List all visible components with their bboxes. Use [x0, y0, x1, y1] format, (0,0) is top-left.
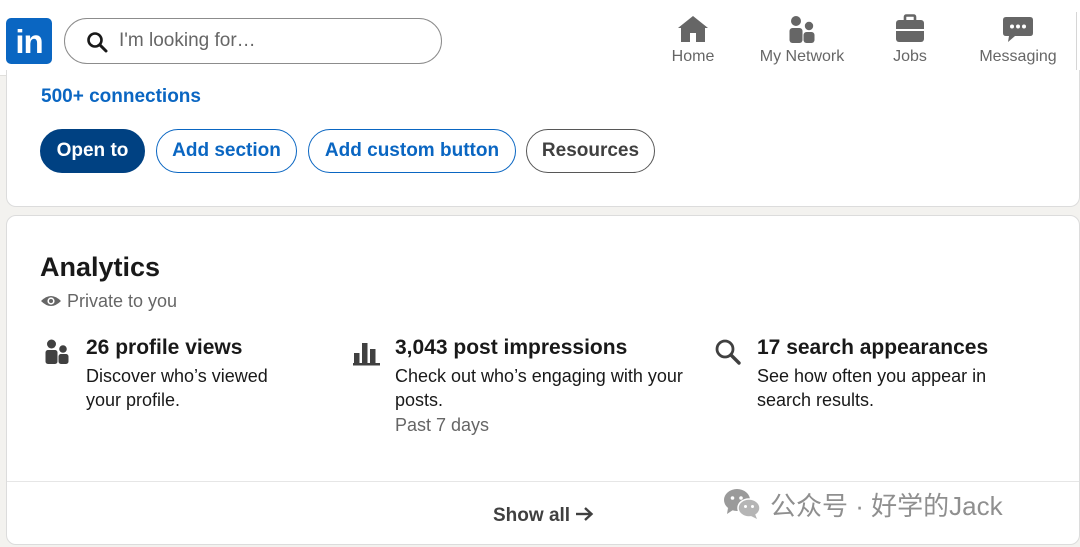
- nav-label-messaging: Messaging: [979, 48, 1057, 65]
- bar-chart-icon: [353, 343, 380, 366]
- global-nav: in Home My Network Jobs: [0, 0, 1080, 76]
- metric-title[interactable]: 26 profile views: [86, 336, 386, 360]
- metric-title[interactable]: 17 search appearances: [757, 336, 1057, 360]
- watermark-text: 公众号 · 好学的Jack: [770, 491, 1003, 521]
- metric-body: 26 profile views Discover who’s viewed y…: [86, 336, 386, 412]
- metric-body: 17 search appearances See how often you …: [757, 336, 1057, 412]
- profile-card: 500+ connections Open to Add section Add…: [6, 70, 1080, 207]
- search-input[interactable]: [119, 28, 429, 54]
- nav-item-jobs[interactable]: Jobs: [880, 14, 940, 70]
- card-divider: [7, 481, 1079, 482]
- nav-label-jobs: Jobs: [893, 48, 927, 65]
- show-all-label: Show all: [493, 505, 571, 526]
- resources-button[interactable]: Resources: [526, 129, 655, 173]
- search-icon: [715, 339, 741, 365]
- home-icon: [678, 16, 708, 42]
- connections-link[interactable]: 500+ connections: [41, 86, 201, 108]
- search-box[interactable]: [64, 18, 442, 64]
- nav-label-home: Home: [671, 48, 715, 65]
- metric-title[interactable]: 3,043 post impressions: [395, 336, 695, 360]
- eye-icon: [41, 296, 61, 306]
- arrow-right-icon: [576, 507, 594, 521]
- wechat-icon: [724, 489, 761, 519]
- metric-description: Check out who’s engaging with your posts…: [395, 366, 683, 410]
- chat-icon: [1003, 17, 1033, 42]
- watermark: 公众号 · 好学的Jack: [722, 486, 1003, 522]
- metric-description: Discover who’s viewed your profile.: [86, 366, 268, 410]
- search-icon: [87, 32, 108, 53]
- analytics-title: Analytics: [40, 252, 161, 282]
- nav-item-messaging[interactable]: Messaging: [974, 14, 1062, 70]
- privacy-text: Private to you: [67, 291, 178, 311]
- add-custom-button[interactable]: Add custom button: [308, 129, 516, 173]
- linkedin-logo[interactable]: in: [6, 18, 52, 64]
- nav-item-my-network[interactable]: My Network: [752, 14, 852, 70]
- metric-description: See how often you appear in search resul…: [757, 366, 987, 410]
- people-icon: [45, 339, 69, 364]
- metric-timeframe: Past 7 days: [395, 415, 490, 435]
- briefcase-icon: [896, 14, 924, 42]
- nav-item-home[interactable]: Home: [662, 14, 724, 70]
- add-section-button[interactable]: Add section: [156, 129, 297, 173]
- privacy-note: Private to you: [40, 291, 177, 312]
- people-icon: [789, 16, 815, 43]
- metric-body: 3,043 post impressions Check out who’s e…: [395, 336, 695, 436]
- open-to-button[interactable]: Open to: [40, 129, 145, 173]
- nav-label-my-network: My Network: [759, 48, 845, 65]
- show-all-link[interactable]: Show all: [493, 505, 594, 527]
- nav-divider: [1076, 12, 1077, 72]
